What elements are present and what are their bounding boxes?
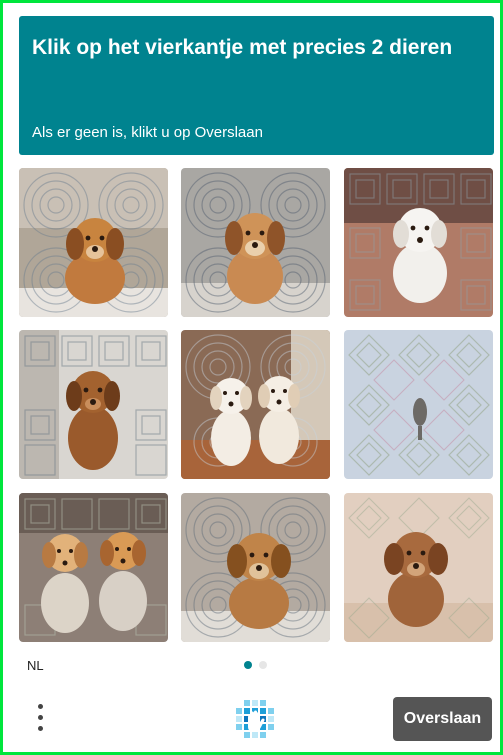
image-tile-7[interactable] [19,493,168,642]
challenge-prompt: Klik op het vierkantje met precies 2 die… [32,36,453,59]
image-tile-2[interactable] [181,168,330,317]
image-tile-9[interactable] [344,493,493,642]
hcaptcha-hand-icon[interactable] [236,700,274,738]
more-vertical-icon[interactable] [31,702,51,736]
challenge-hint: Als er geen is, klikt u op Overslaan [32,124,263,141]
image-tile-5[interactable] [181,330,330,479]
captcha-frame: Klik op het vierkantje met precies 2 die… [0,0,503,755]
language-selector[interactable]: NL [27,658,44,673]
image-tile-8[interactable] [181,493,330,642]
image-tile-3[interactable] [344,168,493,317]
challenge-header: Klik op het vierkantje met precies 2 die… [19,16,494,155]
image-tile-4[interactable] [19,330,168,479]
skip-button[interactable]: Overslaan [393,697,492,741]
image-tile-6[interactable] [344,330,493,479]
page-dot-inactive [259,661,267,669]
image-tile-1[interactable] [19,168,168,317]
page-dot-active [244,661,252,669]
